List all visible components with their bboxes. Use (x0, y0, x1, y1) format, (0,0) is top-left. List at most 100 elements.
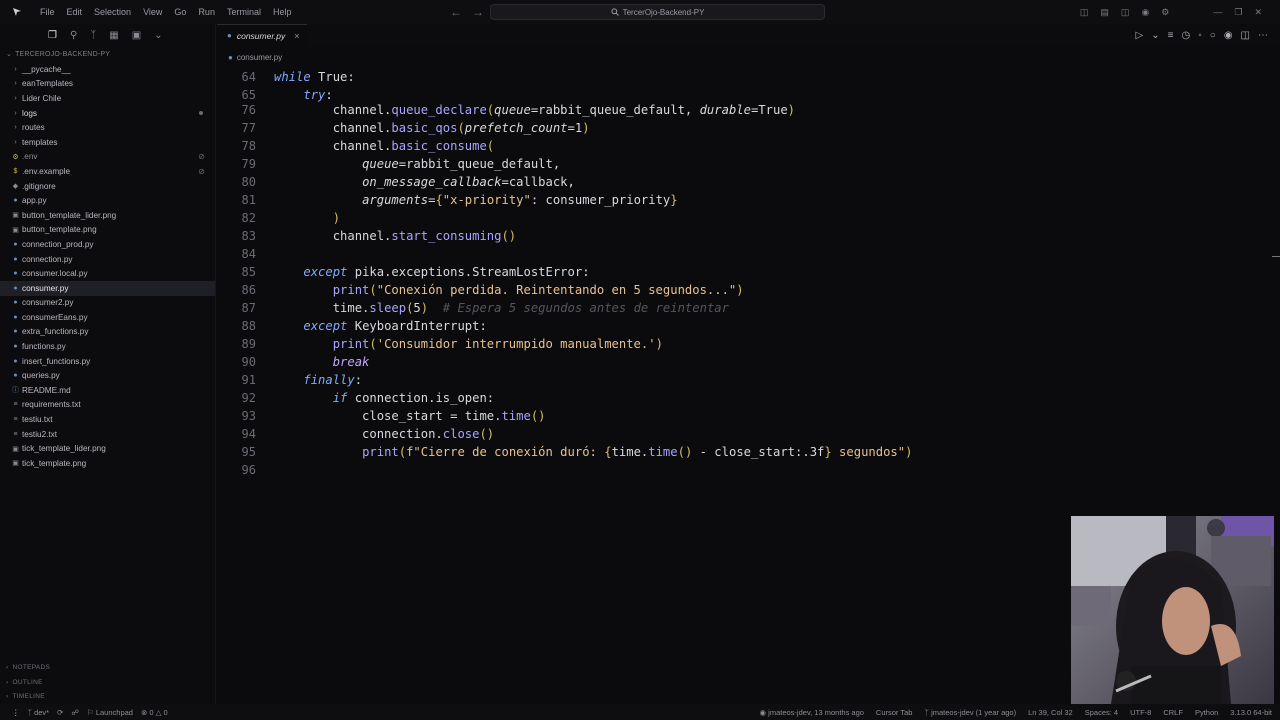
cursor-tab-status[interactable]: Cursor Tab (876, 708, 913, 717)
menu-file[interactable]: File (34, 0, 61, 24)
tree-item-consumer2[interactable]: ● consumer2.py (0, 296, 215, 311)
tree-item-label: requirements.txt (22, 400, 81, 410)
source-control-icon[interactable]: ᛉ (90, 30, 96, 41)
tree-item-consumer-eans[interactable]: ● consumerEans.py (0, 310, 215, 325)
command-center[interactable]: TercerOjo-Backend-PY (490, 4, 825, 20)
timeline-icon[interactable]: ◷ (1181, 30, 1190, 41)
tree-item-connection[interactable]: ● connection.py (0, 252, 215, 267)
tree-item-tick-template[interactable]: ▣ tick_template.png (0, 456, 215, 471)
git-icon[interactable]: ◉ (1224, 30, 1233, 41)
git-blame[interactable]: ◉ jmateos-jdev, 13 months ago (760, 708, 864, 717)
scrollbar-marker[interactable] (1272, 256, 1280, 257)
tree-item-queries[interactable]: ● queries.py (0, 368, 215, 383)
explorer-files-icon[interactable]: ❐ (48, 30, 57, 41)
tree-item-insert-functions[interactable]: ● insert_functions.py (0, 354, 215, 369)
encoding[interactable]: UTF-8 (1130, 708, 1151, 717)
menu-terminal[interactable]: Terminal (221, 0, 267, 24)
python-file-icon: ● (13, 299, 18, 307)
tree-item-logs[interactable]: › logs (0, 106, 215, 121)
tree-item-tick-template-lider[interactable]: ▣ tick_template_lider.png (0, 441, 215, 456)
tree-item-consumer-local[interactable]: ● consumer.local.py (0, 266, 215, 281)
search-view-icon[interactable]: ⚲ (70, 30, 77, 41)
tree-item-consumer-py[interactable]: ● consumer.py (0, 280, 215, 296)
toggle-panel-icon[interactable]: ▤ (1100, 7, 1109, 18)
tree-item-lider-chile[interactable]: › Lider Chile (0, 91, 215, 106)
publish-icon[interactable]: ☍ (71, 708, 79, 717)
run-dropdown-icon[interactable]: ⌄ (1151, 30, 1159, 41)
language-mode[interactable]: Python (1195, 708, 1218, 717)
problems-indicator[interactable]: ⊗ 0 △ 0 (141, 708, 168, 717)
nav-arrows: ← → (450, 0, 484, 24)
menu-help[interactable]: Help (267, 0, 298, 24)
tree-item-eantemplates[interactable]: › eanTemplates (0, 77, 215, 92)
webcam-overlay (1071, 516, 1274, 704)
minimize-icon[interactable]: — (1213, 7, 1222, 17)
tree-item-env[interactable]: ⚙ .env ⊘ (0, 150, 215, 165)
menu-selection[interactable]: Selection (88, 0, 137, 24)
split-editor-icon[interactable]: ◫ (1241, 30, 1250, 41)
tree-item-testiu[interactable]: ≡ testiu.txt (0, 412, 215, 427)
tree-item-app-py[interactable]: ● app.py (0, 193, 215, 208)
branch-indicator[interactable]: ᛉ dev* (28, 708, 50, 717)
tree-item-label: connection.py (22, 254, 73, 264)
tree-item-gitignore[interactable]: ◆ .gitignore (0, 179, 215, 194)
restore-icon[interactable]: ❐ (1234, 7, 1242, 18)
tab-consumer-py[interactable]: ● consumer.py × (217, 24, 308, 46)
tree-item-functions[interactable]: ● functions.py (0, 339, 215, 354)
code-line: 95 print(f"Cierre de conexión duró: {tim… (217, 443, 1257, 461)
forward-arrow-icon[interactable]: → (472, 5, 484, 19)
toggle-secondary-sidebar-icon[interactable]: ◫ (1121, 7, 1130, 18)
menu-edit[interactable]: Edit (61, 0, 89, 24)
tree-item-templates[interactable]: › templates (0, 135, 215, 150)
tree-item-button-template[interactable]: ▣ button_template.png (0, 223, 215, 238)
menu-go[interactable]: Go (168, 0, 192, 24)
code-line: 94 connection.close() (217, 425, 1257, 443)
eol[interactable]: CRLF (1163, 708, 1183, 717)
cursor-position[interactable]: Ln 39, Col 32 (1028, 708, 1073, 717)
changes-icon[interactable]: ○ (1210, 30, 1216, 41)
tree-item-testiu2[interactable]: ≡ testiu2.txt (0, 427, 215, 442)
extensions-icon[interactable]: ▦ (109, 30, 118, 41)
chevron-down-icon[interactable]: ⌄ (154, 30, 162, 41)
command-center-label: TercerOjo-Backend-PY (622, 7, 705, 17)
section-notepads[interactable]: › NOTEPADS (0, 661, 215, 676)
sync-icon[interactable]: ⟳ (57, 708, 63, 717)
tree-item-env-example[interactable]: $ .env.example ⊘ (0, 164, 215, 179)
menu-run[interactable]: Run (192, 0, 221, 24)
section-timeline[interactable]: › TIMELINE (0, 690, 215, 705)
tree-item-connection-prod[interactable]: ● connection_prod.py (0, 237, 215, 252)
more-actions-icon[interactable]: ⋯ (1258, 30, 1268, 41)
explorer-root-header[interactable]: ⌄ TERCEROJO-BACKEND-PY (0, 46, 215, 62)
remote-explorer-icon[interactable]: ▣ (132, 30, 141, 41)
cursor-logo-icon (0, 0, 34, 24)
webcam-person-image (1071, 516, 1274, 704)
split-icon[interactable]: ≡ (1168, 30, 1174, 41)
launchpad-item[interactable]: ⚐ Launchpad (87, 708, 133, 717)
copilot-icon[interactable]: ◉ (1141, 7, 1149, 18)
python-version[interactable]: 3.13.0 64-bit (1230, 708, 1272, 717)
tree-item-pycache[interactable]: › __pycache__ (0, 62, 215, 77)
breadcrumb-file[interactable]: consumer.py (237, 53, 282, 62)
tree-item-button-template-lider[interactable]: ▣ button_template_lider.png (0, 208, 215, 223)
git-blame-secondary[interactable]: ᛉ jmateos-jdev (1 year ago) (924, 708, 1016, 717)
back-arrow-icon[interactable]: ← (450, 5, 462, 19)
close-window-icon[interactable]: ✕ (1254, 7, 1262, 18)
run-icon[interactable]: ▷ (1136, 30, 1144, 41)
tree-item-requirements[interactable]: ≡ requirements.txt (0, 398, 215, 413)
menu-view[interactable]: View (137, 0, 168, 24)
launchpad-label: Launchpad (95, 707, 133, 717)
tree-item-readme[interactable]: ⓘ README.md (0, 383, 215, 398)
close-tab-icon[interactable]: × (294, 31, 299, 41)
code-line: 85 except pika.exceptions.StreamLostErro… (217, 263, 1257, 281)
code-editor[interactable]: 64 while True: 65 try: 76 channel.queue_d… (217, 68, 1267, 488)
section-outline[interactable]: › OUTLINE (0, 675, 215, 690)
compare-icon[interactable]: ◦ (1198, 30, 1202, 41)
chevron-right-icon: › (6, 693, 9, 701)
settings-gear-icon[interactable]: ⚙ (1161, 7, 1169, 18)
tree-item-extra-functions[interactable]: ● extra_functions.py (0, 325, 215, 340)
toggle-sidebar-icon[interactable]: ◫ (1080, 7, 1089, 18)
launchpad-icon: ⚐ (87, 707, 94, 717)
indentation[interactable]: Spaces: 4 (1085, 708, 1118, 717)
tree-item-routes[interactable]: › routes (0, 120, 215, 135)
remote-icon[interactable]: ⋮ (12, 708, 20, 717)
